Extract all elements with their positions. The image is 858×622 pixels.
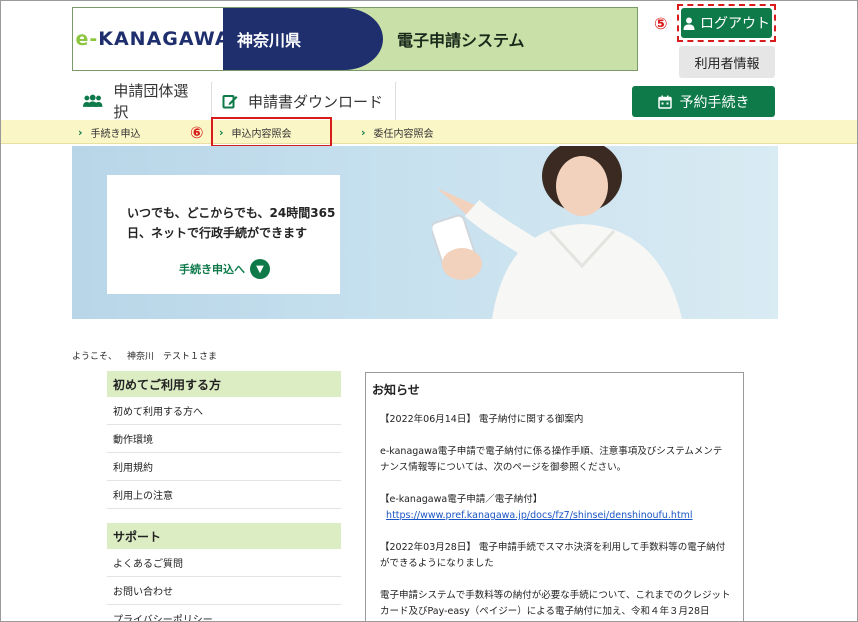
woman-with-smartphone-image — [432, 146, 682, 319]
user-info-button[interactable]: 利用者情報 — [679, 46, 775, 78]
chevron-right-icon: › — [361, 125, 366, 139]
sidebar-item-terms[interactable]: 利用規約 — [107, 453, 341, 481]
notice-item-body: e-kanagawa電子申請で電子納付に係る操作手順、注意事項及びシステムメンテ… — [380, 446, 723, 473]
sub-nav: › 手続き申込 › 申込内容照会 › 委任内容照会 — [0, 120, 858, 144]
subnav-label-apply: 手続き申込 — [90, 128, 141, 140]
notice-item-heading: 【2022年03月28日】 電子申請手続でスマホ決済を利用して手数料等の電子納付… — [380, 542, 726, 569]
callout-number-6: ⑥ — [190, 123, 204, 142]
application-inquiry-highlight — [211, 117, 332, 147]
site-banner[interactable]: e-KANAGAWA 神奈川県 電子申請システム — [72, 7, 638, 71]
chevron-right-icon: › — [78, 125, 83, 139]
reserve-label: 予約手続き — [679, 94, 750, 111]
nav-item-form-download[interactable]: 申請書ダウンロード — [212, 82, 396, 120]
hero-message-line1: いつでも、どこからでも、24時間365 — [127, 206, 336, 220]
subnav-item-apply[interactable]: › 手続き申込 — [78, 120, 141, 144]
nav-label-group-select: 申請団体選択 — [113, 82, 189, 121]
notice-panel[interactable]: お知らせ 【2022年06月14日】 電子納付に関する御案内 e-kanagaw… — [365, 372, 744, 622]
sidebar-item-privacy[interactable]: プライバシーポリシー — [107, 605, 341, 622]
notice-link[interactable]: https://www.pref.kanagawa.jp/docs/fz7/sh… — [386, 510, 693, 521]
hero-card: いつでも、どこからでも、24時間365 日、ネットで行政手続ができます 手続き申… — [107, 175, 340, 294]
prefecture-label: 神奈川県 — [223, 8, 383, 70]
logo-main: KANAGAWA — [98, 28, 231, 50]
sidebar-heading-support: サポート — [107, 523, 341, 549]
sidebar-item-first-time-guide[interactable]: 初めて利用する方へ — [107, 397, 341, 425]
sidebar-heading-first-time: 初めてご利用する方 — [107, 371, 341, 397]
sidebar-item-faq[interactable]: よくあるご質問 — [107, 549, 341, 577]
welcome-user-name: 神奈川 テスト１さま — [127, 352, 218, 362]
calendar-icon — [657, 95, 672, 109]
logout-label: ログアウト — [700, 16, 770, 32]
hero-message-line2: 日、ネットで行政手続ができます — [127, 226, 308, 240]
system-name: 電子申請システム — [397, 31, 525, 50]
sidebar-item-usage-notes[interactable]: 利用上の注意 — [107, 481, 341, 509]
hero-apply-label: 手続き申込へ — [179, 263, 245, 276]
notice-title: お知らせ — [372, 383, 420, 397]
group-users-icon — [82, 94, 103, 107]
subnav-item-delegation-inquiry[interactable]: › 委任内容照会 — [361, 120, 434, 144]
sidebar: 初めてご利用する方 初めて利用する方へ 動作環境 利用規約 利用上の注意 サポー… — [107, 371, 341, 622]
logout-button[interactable]: ログアウト — [681, 8, 772, 38]
notice-item-body: 電子申請システムで手数料等の納付が必要な手続について、これまでのクレジットカード… — [380, 590, 731, 617]
sidebar-item-contact[interactable]: お問い合わせ — [107, 577, 341, 605]
primary-nav: 申請団体選択 申請書ダウンロード — [72, 82, 396, 121]
hero-apply-link[interactable]: 手続き申込へ ▼ — [179, 259, 270, 279]
nav-label-form-download: 申請書ダウンロード — [248, 92, 384, 111]
nav-item-group-select[interactable]: 申請団体選択 — [72, 82, 212, 121]
sidebar-item-environment[interactable]: 動作環境 — [107, 425, 341, 453]
callout-number-5: ⑤ — [654, 14, 668, 33]
logo-prefix: e- — [75, 28, 99, 50]
chevron-down-icon: ▼ — [250, 259, 270, 279]
reserve-button[interactable]: 予約手続き — [632, 86, 775, 117]
site-logo[interactable]: e-KANAGAWA — [73, 8, 233, 70]
hero-banner: いつでも、どこからでも、24時間365 日、ネットで行政手続ができます 手続き申… — [72, 146, 778, 319]
logout-highlight: ログアウト — [677, 4, 776, 42]
user-icon — [683, 17, 695, 30]
edit-document-icon — [222, 95, 238, 109]
notice-link-caption: 【e-kanagawa電子申請／電子納付】 — [380, 494, 543, 505]
subnav-label-delegation-inquiry: 委任内容照会 — [373, 128, 434, 140]
notice-item-link-block: 【e-kanagawa電子申請／電子納付】 https://www.pref.k… — [372, 492, 737, 524]
notice-item-heading: 【2022年06月14日】 電子納付に関する御案内 — [380, 414, 584, 425]
welcome-prefix: ようこそ、 — [72, 352, 118, 362]
welcome-message: ようこそ、 神奈川 テスト１さま — [72, 349, 217, 362]
